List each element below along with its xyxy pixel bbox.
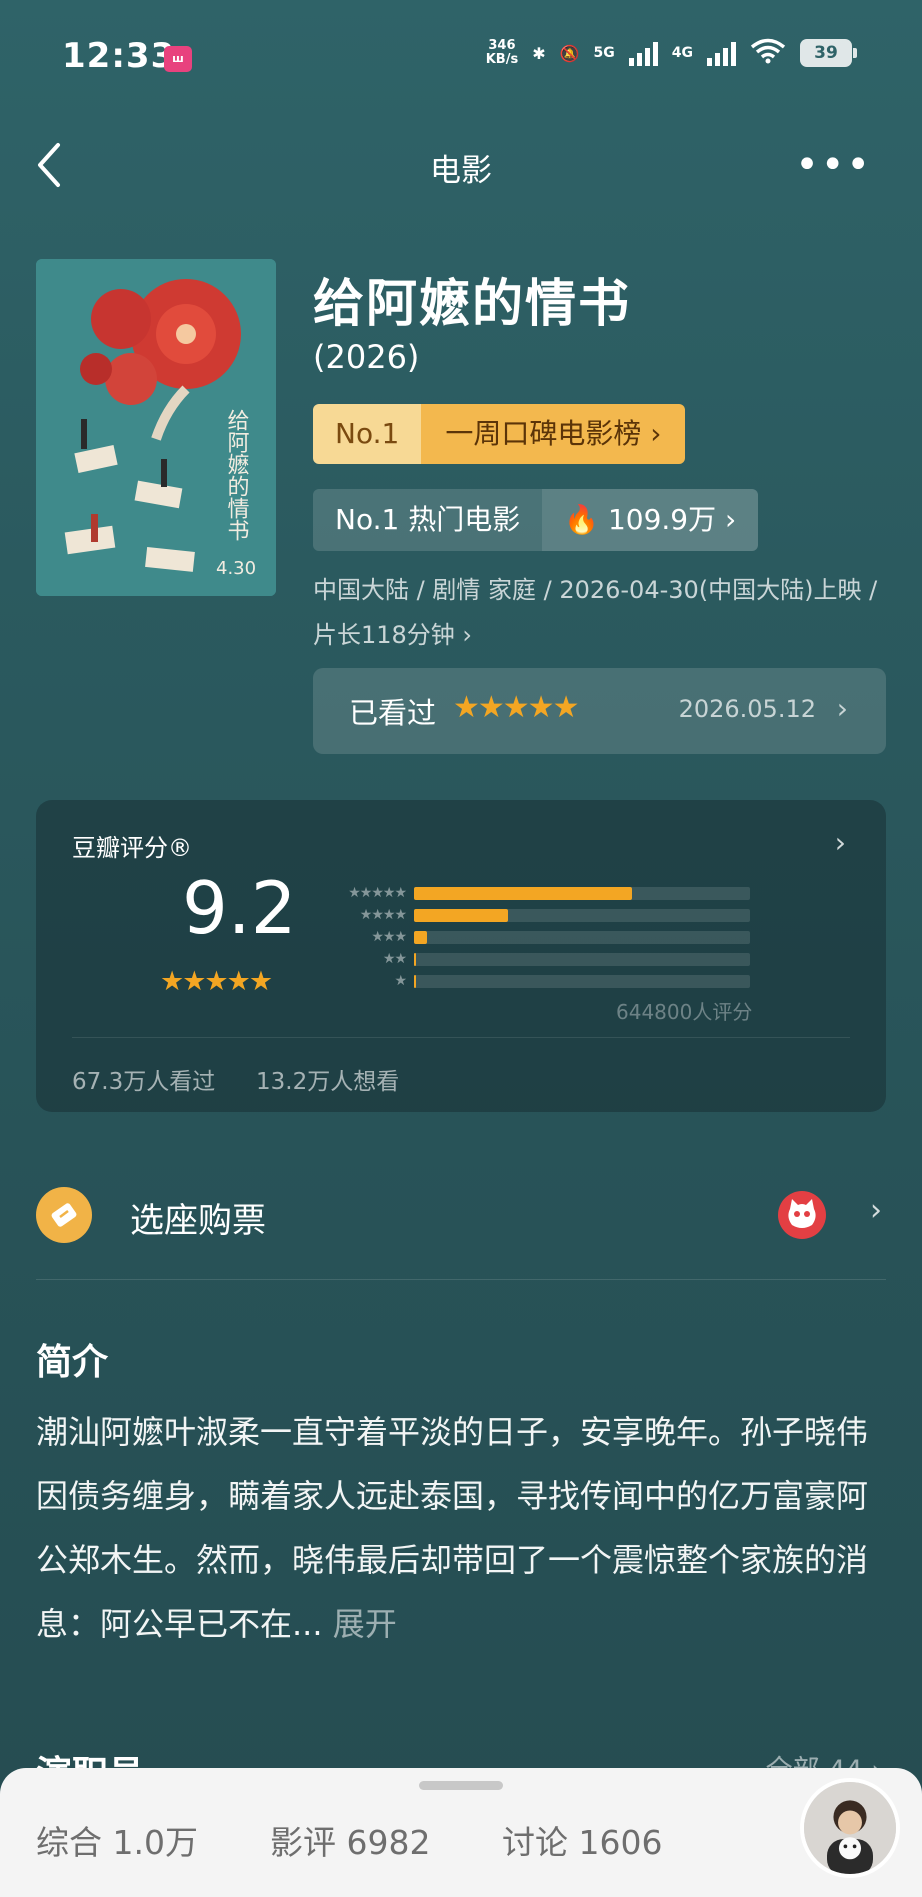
signal-icon [628, 40, 658, 66]
svg-text:给阿嬷的情书: 给阿嬷的情书 [224, 409, 250, 541]
chevron-right-icon: › [836, 692, 848, 725]
wifi-icon [750, 38, 786, 68]
rating-bar-4 [414, 908, 509, 922]
watched-date: 2026.05.12 [678, 695, 816, 723]
status-bar: 12:33 ш 346 KB/s ✱ 🔕 5G 4G 39 [0, 0, 922, 110]
buy-ticket-row[interactable]: 选座购票 › [36, 1175, 886, 1257]
signal-icon-2 [707, 40, 736, 66]
hot-rank-heat: 🔥 109.9万 › [542, 489, 759, 551]
movie-poster[interactable]: 给阿嬷的情书 4.30 [36, 259, 276, 596]
bluetooth-icon: ✱ [532, 43, 546, 63]
rating-bar-row: ★ [330, 970, 760, 992]
app-notification-icon: ш [164, 46, 192, 72]
seen-count: 67.3万人看过 [72, 1069, 216, 1095]
rating-bar-5 [414, 886, 633, 900]
page-title: 电影 [430, 153, 492, 189]
status-time: 12:33 [62, 36, 176, 76]
tab-reviews[interactable]: 影评 6982 [270, 1816, 430, 1864]
chevron-right-icon: › [870, 1193, 882, 1228]
rating-bar-row: ★★★★ [330, 904, 760, 926]
rating-bar-1 [414, 974, 416, 988]
rating-label: 豆瓣评分® [72, 834, 192, 862]
signal-5g-label: 5G [593, 45, 615, 61]
sheet-handle[interactable] [419, 1781, 503, 1790]
buy-ticket-label: 选座购票 [130, 1201, 266, 1241]
rating-bar-row: ★★ [330, 948, 760, 970]
rating-bar-row: ★★★ [330, 926, 760, 948]
rating-bar-2 [414, 952, 416, 966]
movie-meta-info[interactable]: 中国大陆 / 剧情 家庭 / 2026-04-30(中国大陆)上映 / 片长11… [313, 568, 893, 658]
movie-year: (2026) [313, 338, 420, 376]
intro-heading: 简介 [36, 1342, 109, 1383]
douban-rating-card[interactable]: 豆瓣评分® › 9.2 ★★★★★ ★★★★★ ★★★★ ★★★ ★★ ★ 64… [36, 800, 886, 1112]
weekly-rank-number: No.1 [313, 404, 422, 464]
bottom-sheet[interactable]: 综合 1.0万 影评 6982 讨论 1606 [0, 1768, 922, 1897]
watched-status-card[interactable]: 已看过 ★★★★★ 2026.05.12 › [313, 668, 886, 754]
ticket-icon [36, 1187, 92, 1243]
divider [72, 1037, 850, 1038]
intro-text: 潮汕阿嬷叶淑柔一直守着平淡的日子，安享晚年。孙子晓伟因债务缠身，瞒着家人远赴泰国… [36, 1413, 869, 1643]
user-avatar[interactable] [800, 1778, 900, 1878]
rating-score: 9.2 [182, 866, 297, 950]
chevron-right-icon: › [834, 826, 846, 859]
maoyan-cat-icon [778, 1191, 826, 1239]
status-icons: 346 KB/s ✱ 🔕 5G 4G 39 [485, 38, 857, 68]
mute-icon: 🔕 [559, 43, 580, 63]
rating-stars: ★★★★★ [160, 966, 273, 997]
hot-rank-label: No.1 热门电影 [335, 503, 521, 536]
signal-4g-label: 4G [671, 45, 693, 61]
battery-icon: 39 [800, 39, 857, 67]
my-rating-stars: ★★★★★ [453, 690, 579, 725]
weekly-rank-label: 一周口碑电影榜 › [421, 404, 686, 464]
movie-title: 给阿嬷的情书 [313, 275, 632, 334]
rating-count: 644800人评分 [616, 1000, 753, 1024]
weekly-rank-badge[interactable]: No.1 一周口碑电影榜 › [313, 404, 686, 464]
rating-distribution: ★★★★★ ★★★★ ★★★ ★★ ★ [330, 882, 760, 992]
tab-overall[interactable]: 综合 1.0万 [36, 1816, 198, 1864]
tab-discussion[interactable]: 讨论 1606 [502, 1816, 662, 1864]
network-speed: 346 KB/s [485, 38, 519, 67]
divider [36, 1279, 886, 1280]
watched-label: 已看过 [349, 696, 437, 730]
rating-bar-3 [414, 930, 428, 944]
svg-text:4.30: 4.30 [216, 558, 256, 579]
more-options-icon[interactable]: ••• [795, 145, 872, 185]
hot-rank-badge[interactable]: No.1 热门电影 🔥 109.9万 › [313, 489, 759, 551]
want-count: 13.2万人想看 [256, 1069, 400, 1095]
rating-bar-row: ★★★★★ [330, 882, 760, 904]
expand-link[interactable]: 展开 [323, 1605, 397, 1643]
